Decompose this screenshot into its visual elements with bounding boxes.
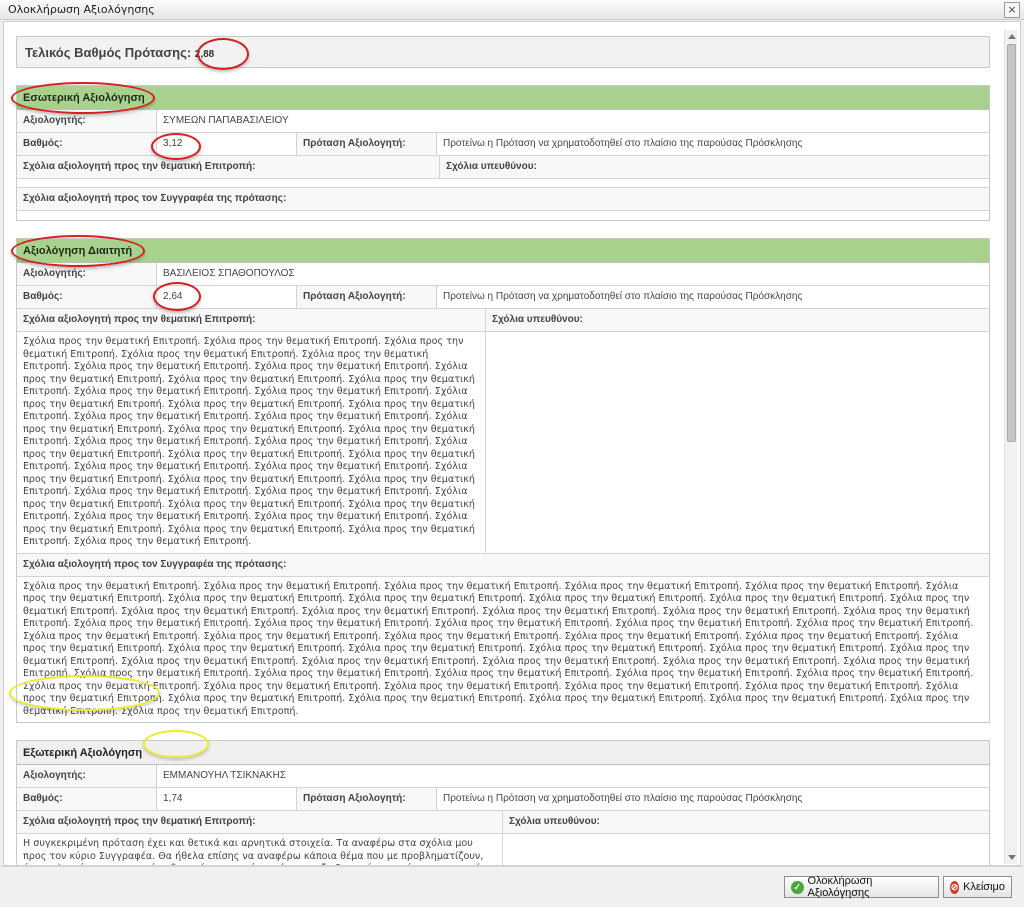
comments-empty-row [17, 179, 989, 188]
dialog-footer: ✓ Ολοκλήρωση Αξιολόγησης ⊘ Κλείσιμο [0, 866, 1024, 907]
window-title: Ολοκλήρωση Αξιολόγησης [8, 3, 155, 16]
grade-label: Βαθμός: [17, 286, 157, 308]
grade-value: 1,74 [157, 788, 297, 810]
evaluator-row: Αξιολογητής: ΣΥΜΕΩΝ ΠΑΠΑΒΑΣΙΛΕΙΟΥ [17, 110, 989, 133]
comments-committee-label: Σχόλια αξιολογητή προς την θεματική Επιτ… [17, 156, 440, 178]
committee-comments-text: Η συγκεκριμένη πρόταση έχει και θετικά κ… [23, 838, 485, 865]
final-grade-label: Τελικός Βαθμός Πρότασης: [25, 45, 192, 60]
cancel-icon: ⊘ [950, 880, 960, 894]
comments-header-row: Σχόλια αξιολογητή προς την θεματική Επιτ… [17, 309, 989, 332]
evaluator-name: ΒΑΣΙΛΕΙΟΣ ΣΠΑΘΟΠΟΥΛΟΣ [163, 268, 295, 279]
complete-evaluation-button[interactable]: ✓ Ολοκλήρωση Αξιολόγησης [784, 875, 939, 899]
grade-row: Βαθμός: 2,64 Πρόταση Αξιολογητή: Προτείν… [17, 286, 989, 309]
grade-row: Βαθμός: 1,74 Πρόταση Αξιολογητή: Προτείν… [17, 788, 989, 811]
comments-author-label: Σχόλια αξιολογητή προς τον Συγγραφέα της… [17, 188, 989, 210]
evaluator-row: Αξιολογητής: ΕΜΜΑΝΟΥΗΛ ΤΣΙΚΝΑΚΗΣ [17, 765, 989, 788]
comments-committee-label: Σχόλια αξιολογητή προς την θεματική Επιτ… [17, 811, 503, 833]
close-label: Κλείσιμο [963, 881, 1005, 893]
internal-evaluation-title: Εσωτερική Αξιολόγηση [17, 86, 989, 110]
scroll-content: Τελικός Βαθμός Πρότασης: 2,88 Εσωτερική … [16, 36, 990, 865]
complete-evaluation-label: Ολοκλήρωση Αξιολόγησης [807, 875, 873, 899]
comments-manager-label: Σχόλια υπευθύνου: [440, 156, 989, 178]
comments-body-row: Η συγκεκριμένη πρόταση έχει και θετικά κ… [17, 834, 989, 865]
arbiter-evaluation-title: Αξιολόγηση Διαιτητή [17, 239, 989, 263]
comments-manager-label: Σχόλια υπευθύνου: [503, 811, 989, 833]
scroll-down-icon[interactable] [1008, 855, 1016, 860]
grade-value: 3,12 [157, 133, 297, 155]
vertical-scrollbar[interactable] [1004, 30, 1018, 864]
evaluator-label: Αξιολογητής: [17, 765, 157, 787]
author-comments-text: Σχόλια προς την θεματική Επιτροπή. Σχόλι… [23, 580, 974, 717]
proposal-label: Πρόταση Αξιολογητή: [297, 788, 437, 810]
evaluator-label: Αξιολογητής: [17, 263, 157, 285]
scrollbar-thumb[interactable] [1007, 44, 1016, 442]
dialog-body[interactable]: Τελικός Βαθμός Πρότασης: 2,88 Εσωτερική … [3, 21, 1021, 866]
proposal-value: Προτείνω η Πρόταση να χρηματοδοτηθεί στο… [443, 291, 803, 302]
committee-comments-cell: Σχόλια προς την θεματική Επιτροπή. Σχόλι… [17, 332, 486, 553]
proposal-value: Προτείνω η Πρόταση να χρηματοδοτηθεί στο… [443, 138, 803, 149]
final-grade-box: Τελικός Βαθμός Πρότασης: 2,88 [16, 36, 990, 68]
author-comments-header-row: Σχόλια αξιολογητή προς τον Συγγραφέα της… [17, 553, 989, 577]
check-icon: ✓ [791, 880, 804, 894]
grade-value: 2,64 [157, 286, 297, 308]
committee-comments-cell: Η συγκεκριμένη πρόταση έχει και θετικά κ… [17, 834, 503, 865]
close-icon[interactable]: × [1004, 2, 1020, 18]
final-grade-value: 2,88 [194, 49, 215, 60]
grade-label: Βαθμός: [17, 133, 157, 155]
arbiter-evaluation-panel: Αξιολόγηση Διαιτητή Αξιολογητής: ΒΑΣΙΛΕΙ… [16, 238, 990, 723]
evaluator-name: ΣΥΜΕΩΝ ΠΑΠΑΒΑΣΙΛΕΙΟΥ [163, 115, 289, 126]
proposal-value: Προτείνω η Πρόταση να χρηματοδοτηθεί στο… [443, 793, 803, 804]
proposal-label: Πρόταση Αξιολογητή: [297, 133, 437, 155]
external-evaluation-panel: Εξωτερική Αξιολόγηση Αξιολογητής: ΕΜΜΑΝΟ… [16, 740, 990, 865]
external-evaluation-title: Εξωτερική Αξιολόγηση [17, 741, 989, 765]
comments-header-row: Σχόλια αξιολογητή προς την θεματική Επιτ… [17, 156, 989, 179]
comments-body-row: Σχόλια προς την θεματική Επιτροπή. Σχόλι… [17, 332, 989, 554]
evaluator-name: ΕΜΜΑΝΟΥΗΛ ΤΣΙΚΝΑΚΗΣ [163, 770, 286, 781]
manager-comments-cell [503, 834, 989, 865]
close-button[interactable]: ⊘ Κλείσιμο [943, 876, 1012, 898]
window-titlebar: Ολοκλήρωση Αξιολόγησης × [0, 0, 1024, 20]
evaluator-row: Αξιολογητής: ΒΑΣΙΛΕΙΟΣ ΣΠΑΘΟΠΟΥΛΟΣ [17, 263, 989, 286]
proposal-label: Πρόταση Αξιολογητή: [297, 286, 437, 308]
grade-row: Βαθμός: 3,12 Πρόταση Αξιολογητή: Προτείν… [17, 133, 989, 156]
comments-header-row: Σχόλια αξιολογητή προς την θεματική Επιτ… [17, 811, 989, 834]
comments-manager-label: Σχόλια υπευθύνου: [486, 309, 989, 331]
grade-label: Βαθμός: [17, 788, 157, 810]
manager-comments-cell [486, 332, 989, 553]
comments-committee-label: Σχόλια αξιολογητή προς την θεματική Επιτ… [17, 309, 486, 331]
comments-author-label: Σχόλια αξιολογητή προς τον Συγγραφέα της… [17, 553, 989, 576]
author-comments-header-row: Σχόλια αξιολογητή προς τον Συγγραφέα της… [17, 188, 989, 211]
scroll-up-icon[interactable] [1008, 34, 1016, 39]
evaluator-label: Αξιολογητής: [17, 110, 157, 132]
internal-evaluation-panel: Εσωτερική Αξιολόγηση Αξιολογητής: ΣΥΜΕΩΝ… [16, 85, 990, 221]
committee-comments-text: Σχόλια προς την θεματική Επιτροπή. Σχόλι… [23, 336, 475, 547]
author-comments-empty [17, 211, 989, 220]
